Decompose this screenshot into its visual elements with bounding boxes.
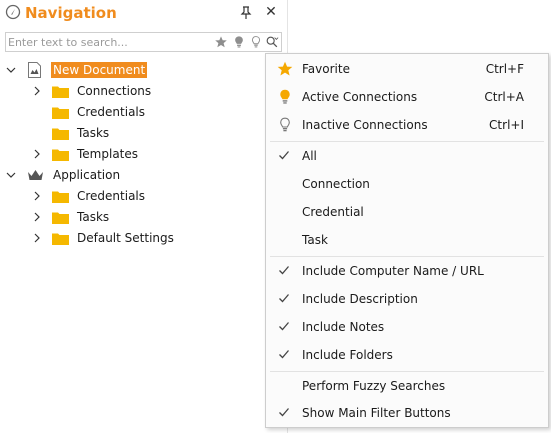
menu-label: Include Notes bbox=[302, 320, 385, 334]
menu-shortcut: Ctrl+F bbox=[485, 62, 524, 76]
chevron-right-icon[interactable] bbox=[32, 86, 42, 96]
navigation-panel: Navigation ✕ Enter text to search... New… bbox=[0, 0, 288, 433]
folder-icon bbox=[52, 212, 69, 224]
menu-item-fuzzy-searches[interactable]: Perform Fuzzy Searches bbox=[266, 374, 548, 398]
menu-label: Active Connections bbox=[302, 90, 418, 104]
menu-label: Task bbox=[302, 233, 328, 247]
crown-icon bbox=[28, 170, 43, 180]
folder-icon bbox=[52, 128, 69, 140]
tree-label: Tasks bbox=[77, 210, 110, 224]
menu-label: Connection bbox=[302, 177, 370, 191]
menu-shortcut: Ctrl+I bbox=[489, 118, 524, 132]
tree-label: Credentials bbox=[77, 189, 146, 203]
checkmark-icon bbox=[279, 322, 289, 331]
tree-label: Connections bbox=[77, 84, 152, 98]
menu-item-active-connections[interactable]: Active Connections Ctrl+A bbox=[266, 85, 548, 109]
pin-icon[interactable] bbox=[238, 5, 254, 21]
panel-title: Navigation bbox=[25, 4, 117, 22]
tree-node-credentials[interactable]: Credentials bbox=[0, 102, 287, 123]
menu-item-include-notes[interactable]: Include Notes bbox=[266, 315, 548, 339]
folder-icon bbox=[52, 149, 69, 161]
menu-item-credential[interactable]: Credential bbox=[266, 200, 548, 224]
tree-node-application[interactable]: Application bbox=[0, 165, 287, 186]
search-box bbox=[5, 32, 282, 52]
menu-item-inactive-connections[interactable]: Inactive Connections Ctrl+I bbox=[266, 113, 548, 137]
tree-label: Templates bbox=[77, 147, 139, 161]
chevron-down-icon[interactable] bbox=[6, 65, 16, 75]
menu-separator bbox=[270, 256, 544, 257]
menu-label: Include Folders bbox=[302, 348, 393, 362]
panel-header: Navigation ✕ bbox=[0, 0, 287, 28]
tree-node-document[interactable]: New Document bbox=[0, 60, 287, 81]
tree-node-app-credentials[interactable]: Credentials bbox=[0, 186, 287, 207]
menu-label: Show Main Filter Buttons bbox=[302, 406, 451, 420]
star-icon bbox=[277, 61, 293, 76]
menu-item-favorite[interactable]: Favorite Ctrl+F bbox=[266, 57, 548, 81]
menu-separator bbox=[270, 371, 544, 372]
document-icon bbox=[28, 62, 41, 78]
folder-icon bbox=[52, 233, 69, 245]
search-input[interactable] bbox=[8, 34, 203, 50]
star-filter-icon[interactable] bbox=[214, 35, 228, 49]
menu-label: All bbox=[302, 149, 317, 163]
menu-item-include-folders[interactable]: Include Folders bbox=[266, 343, 548, 367]
search-options-icon[interactable] bbox=[265, 35, 279, 49]
folder-icon bbox=[52, 107, 69, 119]
menu-separator bbox=[270, 141, 544, 142]
tree-node-tasks[interactable]: Tasks bbox=[0, 123, 287, 144]
menu-item-include-description[interactable]: Include Description bbox=[266, 287, 548, 311]
menu-item-include-computer-name[interactable]: Include Computer Name / URL bbox=[266, 259, 548, 283]
menu-item-task[interactable]: Task bbox=[266, 228, 548, 252]
tree-label: Default Settings bbox=[77, 231, 174, 245]
folder-icon bbox=[52, 191, 69, 203]
menu-label: Include Computer Name / URL bbox=[302, 264, 484, 278]
checkmark-icon bbox=[279, 151, 289, 160]
bulb-off-icon bbox=[280, 117, 290, 132]
chevron-right-icon[interactable] bbox=[32, 149, 42, 159]
tree-label-application: Application bbox=[53, 168, 121, 182]
menu-item-show-main-filter-buttons[interactable]: Show Main Filter Buttons bbox=[266, 401, 548, 425]
checkmark-icon bbox=[279, 350, 289, 359]
inactive-bulb-icon[interactable] bbox=[249, 35, 263, 49]
close-icon[interactable]: ✕ bbox=[263, 4, 279, 20]
tree-node-connections[interactable]: Connections bbox=[0, 81, 287, 102]
tree-label: Credentials bbox=[77, 105, 146, 119]
checkmark-icon bbox=[279, 294, 289, 303]
folder-icon bbox=[52, 86, 69, 98]
search-options-menu: Favorite Ctrl+F Active Connections Ctrl+… bbox=[265, 53, 549, 428]
menu-shortcut: Ctrl+A bbox=[484, 90, 524, 104]
active-bulb-icon[interactable] bbox=[232, 35, 246, 49]
menu-label: Inactive Connections bbox=[302, 118, 428, 132]
tree-node-app-tasks[interactable]: Tasks bbox=[0, 207, 287, 228]
tree-label: Tasks bbox=[77, 126, 110, 140]
checkmark-icon bbox=[279, 408, 289, 417]
checkmark-icon bbox=[279, 266, 289, 275]
menu-item-connection[interactable]: Connection bbox=[266, 172, 548, 196]
menu-label: Favorite bbox=[302, 62, 350, 76]
menu-label: Include Description bbox=[302, 292, 418, 306]
tree-label-document: New Document bbox=[51, 62, 148, 78]
menu-item-all[interactable]: All bbox=[266, 144, 548, 168]
bulb-on-icon bbox=[280, 89, 290, 104]
menu-label: Credential bbox=[302, 205, 364, 219]
compass-icon bbox=[5, 4, 21, 20]
chevron-right-icon[interactable] bbox=[32, 212, 42, 222]
tree-node-default-settings[interactable]: Default Settings bbox=[0, 228, 287, 249]
chevron-right-icon[interactable] bbox=[32, 233, 42, 243]
chevron-right-icon[interactable] bbox=[32, 191, 42, 201]
tree-node-templates[interactable]: Templates bbox=[0, 144, 287, 165]
chevron-down-icon[interactable] bbox=[6, 170, 16, 180]
menu-label: Perform Fuzzy Searches bbox=[302, 379, 446, 393]
